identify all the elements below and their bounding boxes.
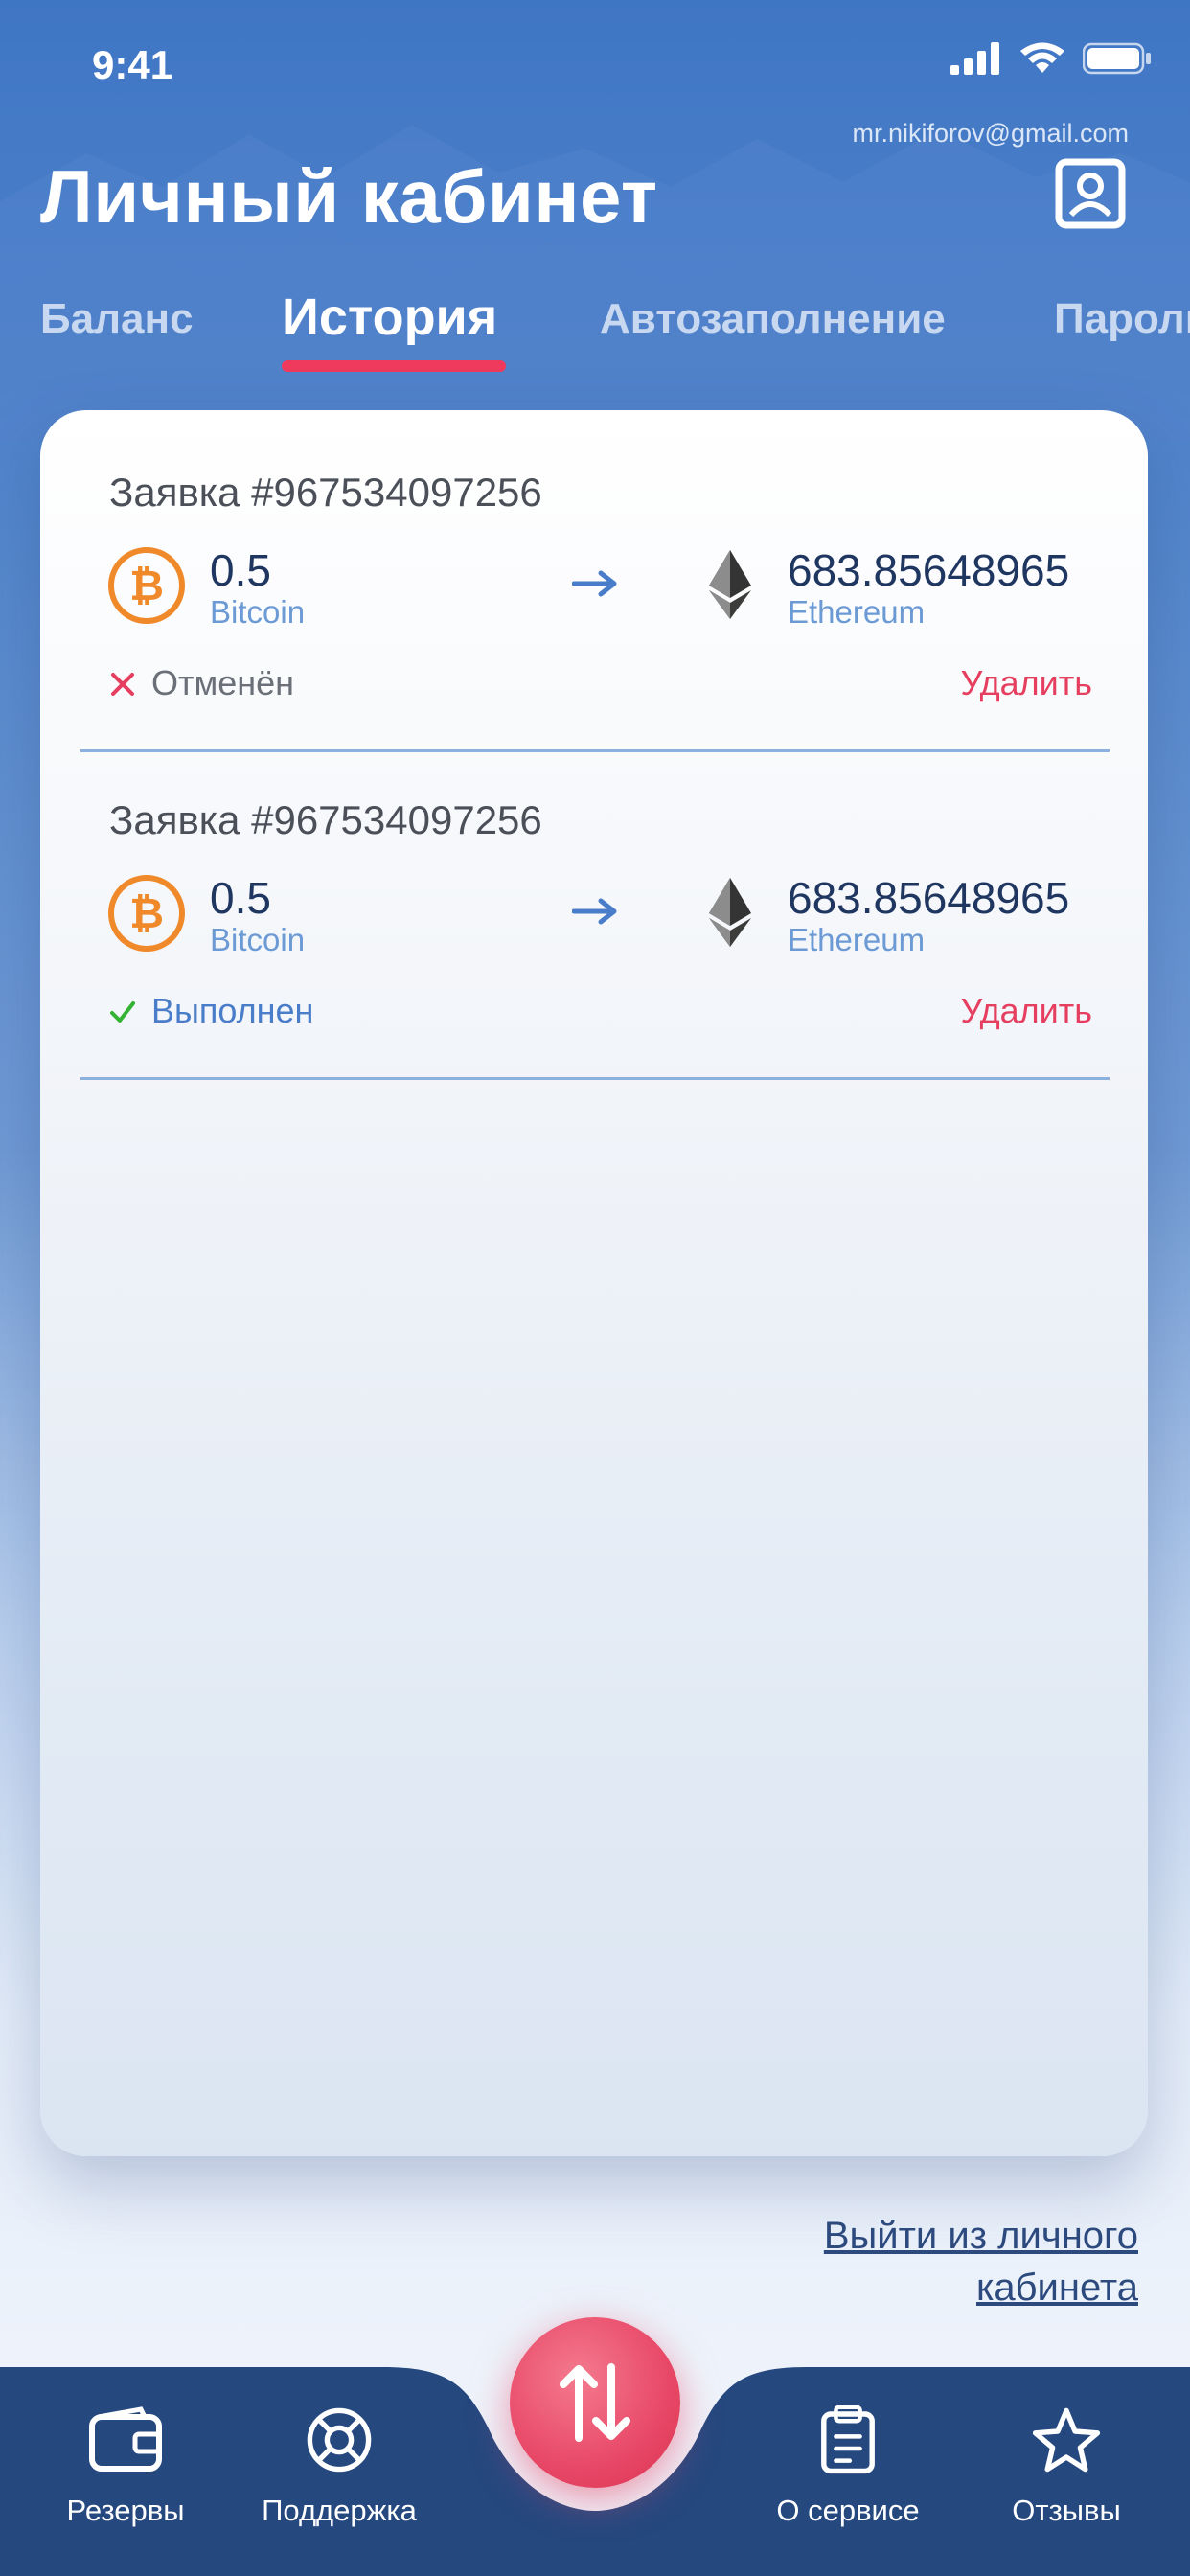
wifi-icon (1020, 42, 1064, 73)
active-tab-indicator (282, 360, 506, 372)
tab-password[interactable]: Пароль (1054, 295, 1190, 343)
wallet-icon (89, 2406, 162, 2472)
to-amount: 683.85648965 (788, 873, 1070, 923)
nav-label-about: О сервисе (776, 2494, 920, 2527)
tab-autofill[interactable]: Автозаполнение (600, 295, 946, 343)
order-status: Выполнен (151, 991, 314, 1030)
exchange-button[interactable] (510, 2317, 680, 2488)
status-time: 9:41 (92, 42, 173, 87)
tab-history[interactable]: История (282, 288, 497, 347)
delete-button[interactable]: Удалить (961, 991, 1092, 1031)
clipboard-icon (821, 2405, 875, 2474)
svg-text:₿: ₿ (129, 890, 164, 937)
divider (80, 1077, 1110, 1080)
history-card: Заявка #967534097256 ₿ 0.5 Bitcoin 683.8… (40, 410, 1148, 2156)
logout-line-1: Выйти из личного (823, 2215, 1138, 2257)
close-icon (111, 673, 134, 696)
tab-balance[interactable]: Баланс (40, 295, 194, 343)
to-currency: Ethereum (788, 922, 926, 957)
bitcoin-icon: ₿ (108, 875, 185, 952)
order-item: Заявка #967534097256 ₿ 0.5 Bitcoin 683.8… (40, 738, 1148, 1080)
tab-bar: Баланс История Автозаполнение Пароль (40, 288, 1190, 374)
signal-icon (950, 42, 999, 75)
to-currency: Ethereum (788, 594, 926, 630)
nav-support[interactable]: Поддержка (234, 2405, 445, 2528)
ethereum-icon (709, 550, 751, 619)
bitcoin-icon: ₿ (108, 547, 185, 624)
from-currency: Bitcoin (210, 922, 306, 957)
exchange-icon (560, 2363, 630, 2442)
order-item: Заявка #967534097256 ₿ 0.5 Bitcoin 683.8… (40, 410, 1148, 752)
from-amount: 0.5 (210, 873, 271, 923)
logout-line-2: кабинета (975, 2266, 1138, 2309)
nav-label-reserves: Резервы (66, 2494, 185, 2527)
order-title: Заявка #967534097256 (109, 797, 542, 842)
order-title: Заявка #967534097256 (109, 470, 542, 515)
delete-button[interactable]: Удалить (961, 663, 1092, 703)
nav-reviews[interactable]: Отзывы (961, 2405, 1172, 2528)
arrow-right-icon (572, 898, 617, 925)
from-currency: Bitcoin (210, 594, 306, 630)
svg-text:₿: ₿ (129, 563, 164, 610)
nav-label-support: Поддержка (262, 2494, 417, 2527)
arrow-right-icon (572, 570, 617, 597)
order-status: Отменён (151, 663, 295, 702)
star-icon (1032, 2407, 1101, 2472)
ethereum-icon (709, 878, 751, 947)
to-amount: 683.85648965 (788, 545, 1070, 595)
user-email: mr.nikiforov@gmail.com (852, 119, 1129, 148)
check-icon (110, 1001, 135, 1023)
status-icons (950, 42, 1152, 75)
nav-about[interactable]: О сервисе (743, 2405, 953, 2528)
nav-label-reviews: Отзывы (1012, 2494, 1121, 2527)
profile-icon[interactable] (1054, 157, 1127, 230)
from-amount: 0.5 (210, 545, 271, 595)
nav-reserves[interactable]: Резервы (20, 2405, 231, 2528)
page-title: Личный кабинет (40, 154, 658, 239)
battery-icon (1083, 42, 1151, 75)
logout-link[interactable]: Выйти из личного кабинета (640, 2210, 1138, 2313)
lifebuoy-icon (307, 2407, 372, 2472)
